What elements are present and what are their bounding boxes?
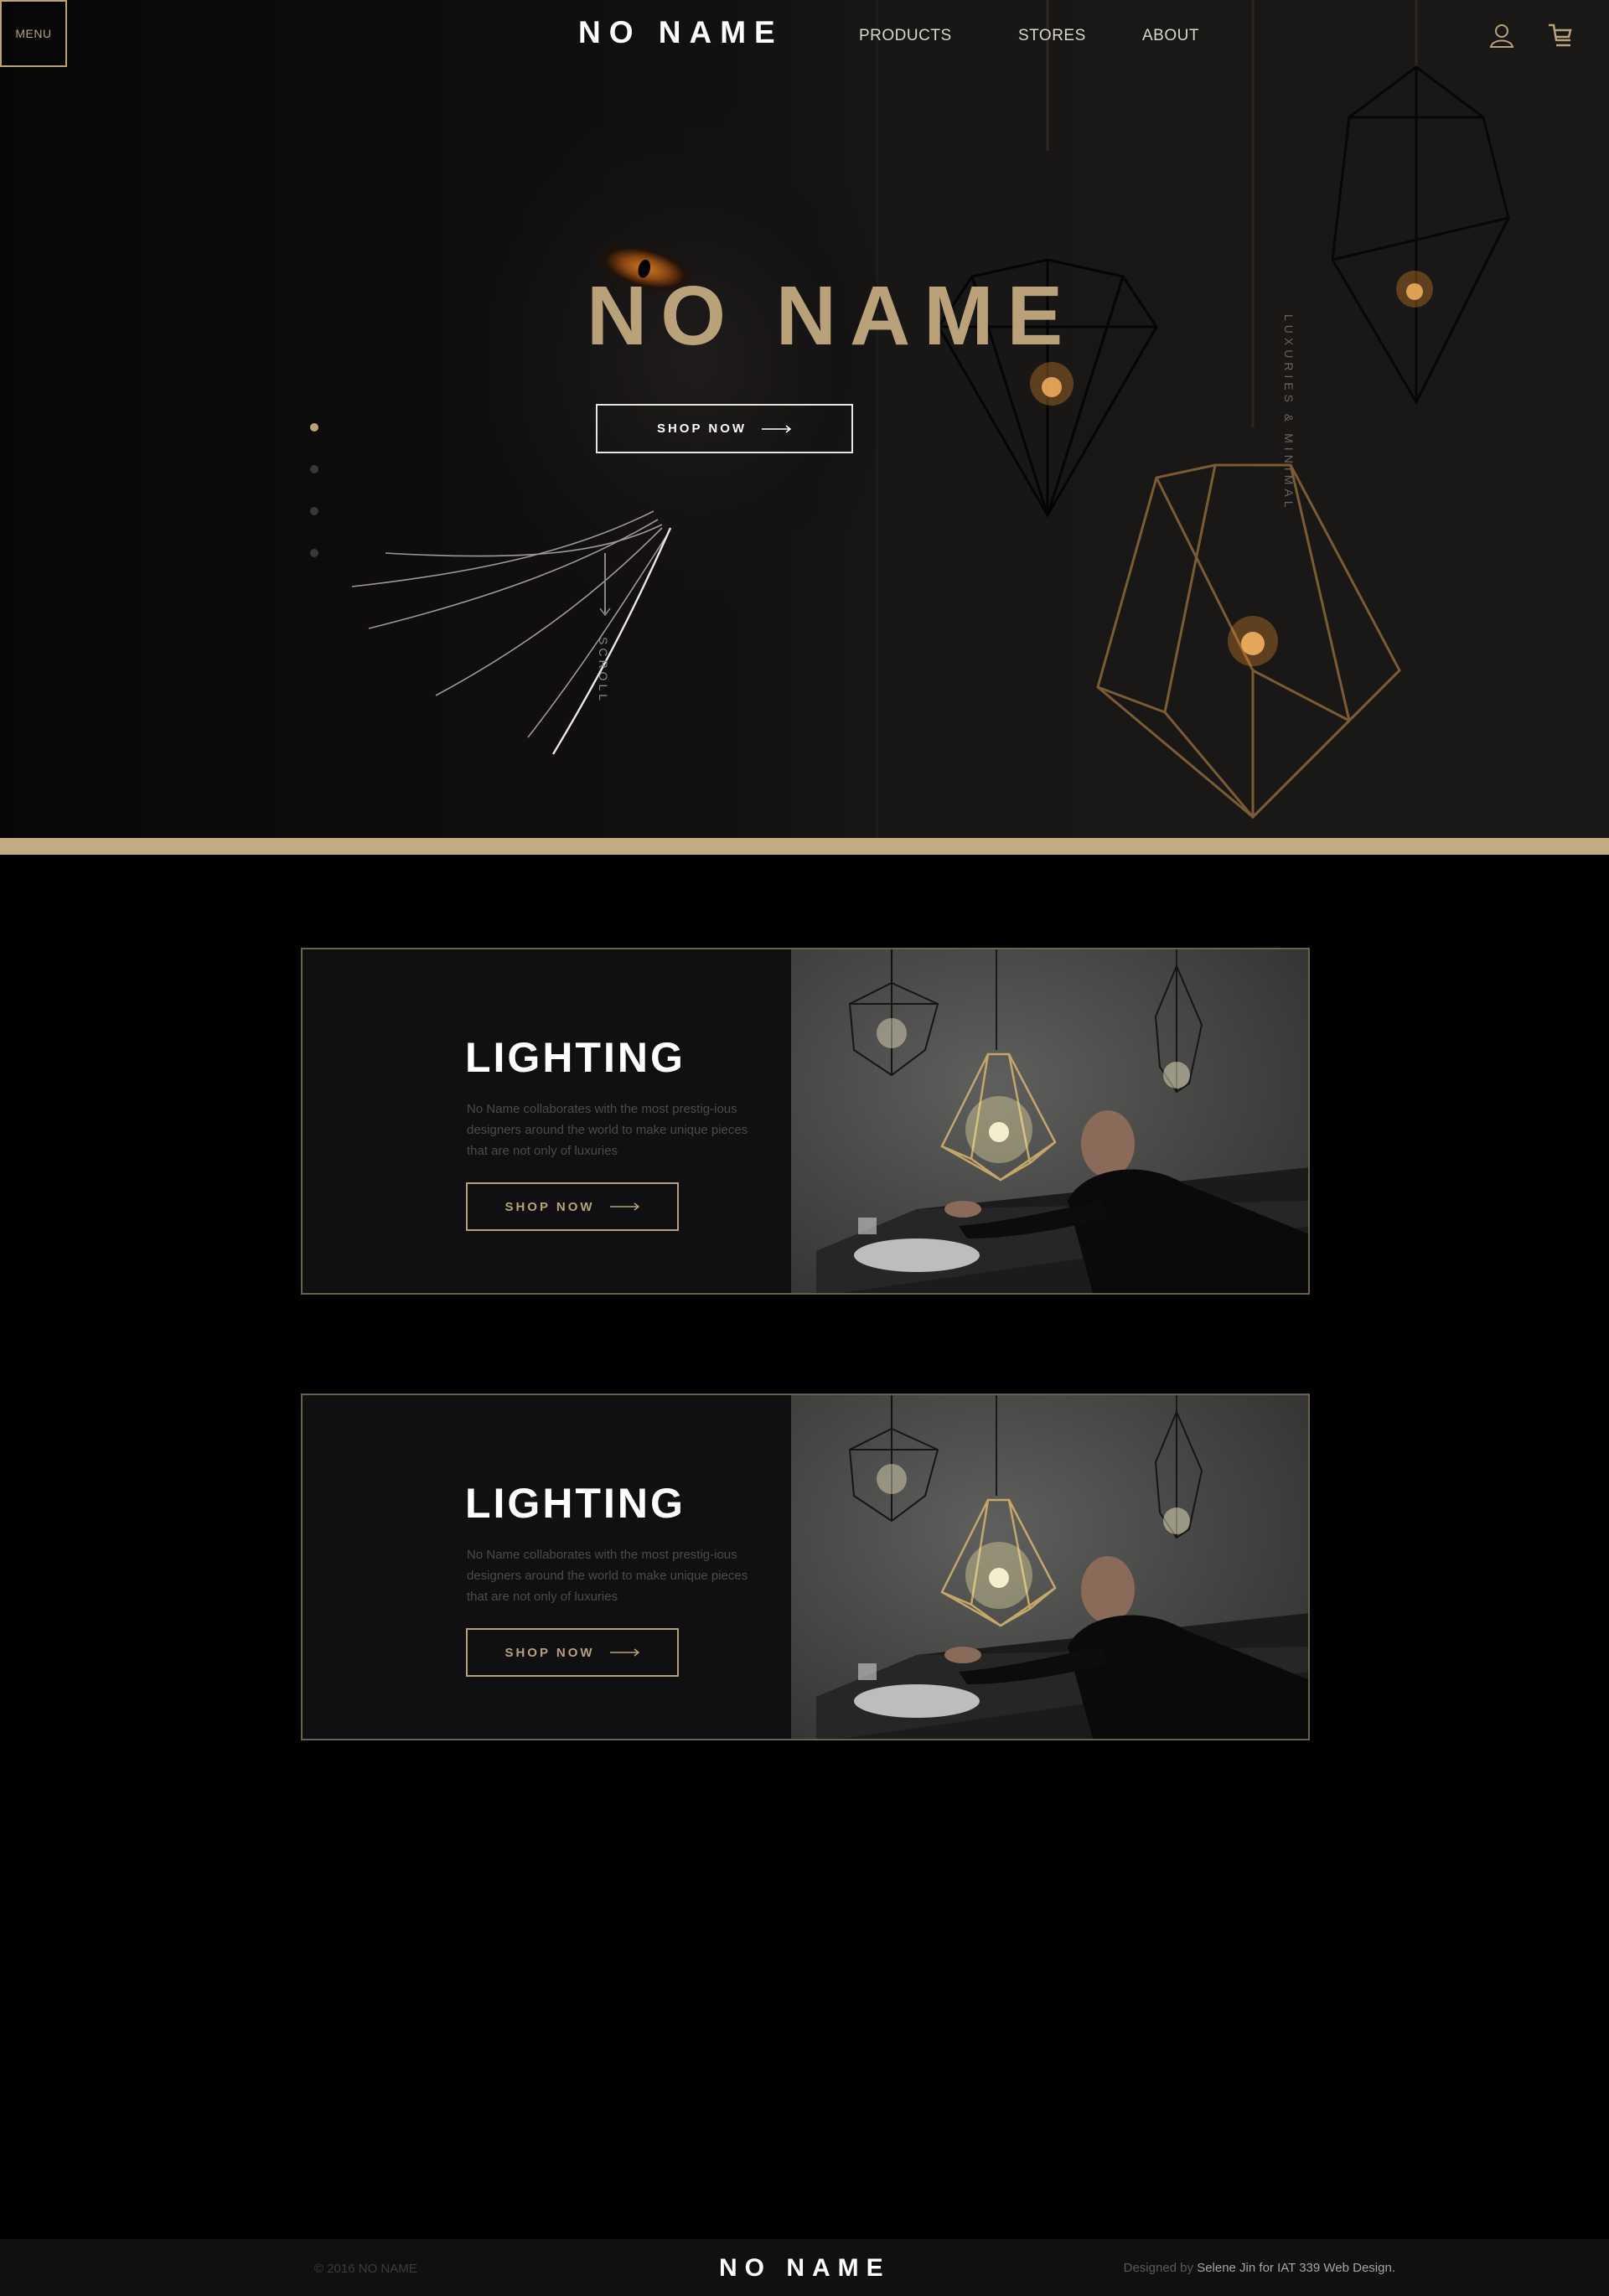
scroll-indicator-line xyxy=(604,553,606,613)
nav-products[interactable]: PRODUCTS xyxy=(859,27,952,45)
scroll-label[interactable]: SCROLL xyxy=(597,637,610,704)
menu-button[interactable]: MENU xyxy=(0,0,67,67)
arrow-right-icon xyxy=(609,1648,639,1657)
card-title: LIGHTING xyxy=(465,1480,686,1527)
credit-prefix: Designed by xyxy=(1123,2261,1198,2275)
slider-dot-4[interactable] xyxy=(310,549,318,557)
card-text-panel: LIGHTING No Name collaborates with the m… xyxy=(303,949,791,1293)
cat-whiskers-image xyxy=(351,510,672,755)
arrow-right-icon xyxy=(762,424,792,433)
user-icon[interactable] xyxy=(1488,22,1515,49)
site-footer: © 2016 NO NAME NO NAME Designed by Selen… xyxy=(0,2239,1609,2296)
arrow-right-icon xyxy=(609,1202,639,1211)
feature-card-1: LIGHTING No Name collaborates with the m… xyxy=(301,948,1310,1295)
hero-title: NO NAME xyxy=(587,269,1077,363)
lighting-photo xyxy=(791,949,1308,1293)
cart-icon[interactable] xyxy=(1547,22,1574,49)
designer-credit: Designed by Selene Jin for IAT 339 Web D… xyxy=(1089,2261,1395,2275)
hero-section: MENU NO NAME PRODUCTS STORES ABOUT NO NA… xyxy=(0,0,1609,838)
feature-card-2: LIGHTING No Name collaborates with the m… xyxy=(301,1394,1310,1740)
nav-stores[interactable]: STORES xyxy=(1018,27,1086,45)
card-shop-now-button[interactable]: SHOP NOW xyxy=(466,1182,679,1231)
gold-divider xyxy=(0,838,1609,855)
card-shop-now-label: SHOP NOW xyxy=(504,1199,595,1214)
card-description: No Name collaborates with the most prest… xyxy=(467,1548,748,1604)
slider-dot-2[interactable] xyxy=(310,465,318,473)
slider-dot-1[interactable] xyxy=(310,423,318,432)
copyright-text: © 2016 NO NAME xyxy=(314,2262,417,2276)
nav-about[interactable]: ABOUT xyxy=(1142,27,1199,45)
hero-shop-now-button[interactable]: SHOP NOW xyxy=(596,404,853,453)
pendant-lamps-image xyxy=(937,0,1510,820)
side-tagline: LUXURIES & MINIMAL xyxy=(1282,314,1296,512)
card-title: LIGHTING xyxy=(465,1034,686,1081)
site-logo[interactable]: NO NAME xyxy=(578,15,784,50)
card-shop-now-button[interactable]: SHOP NOW xyxy=(466,1628,679,1677)
credit-name: Selene Jin for IAT 339 Web Design. xyxy=(1197,2261,1395,2275)
slider-dot-3[interactable] xyxy=(310,507,318,515)
footer-logo[interactable]: NO NAME xyxy=(719,2254,891,2283)
arrow-down-icon xyxy=(599,608,611,617)
lighting-photo xyxy=(791,1395,1308,1739)
card-description: No Name collaborates with the most prest… xyxy=(467,1102,748,1158)
hero-shop-now-label: SHOP NOW xyxy=(656,421,748,436)
card-shop-now-label: SHOP NOW xyxy=(504,1645,595,1660)
card-text-panel: LIGHTING No Name collaborates with the m… xyxy=(303,1395,791,1739)
hero-image-divider xyxy=(877,0,878,838)
site-header: MENU NO NAME PRODUCTS STORES ABOUT xyxy=(0,0,1609,71)
